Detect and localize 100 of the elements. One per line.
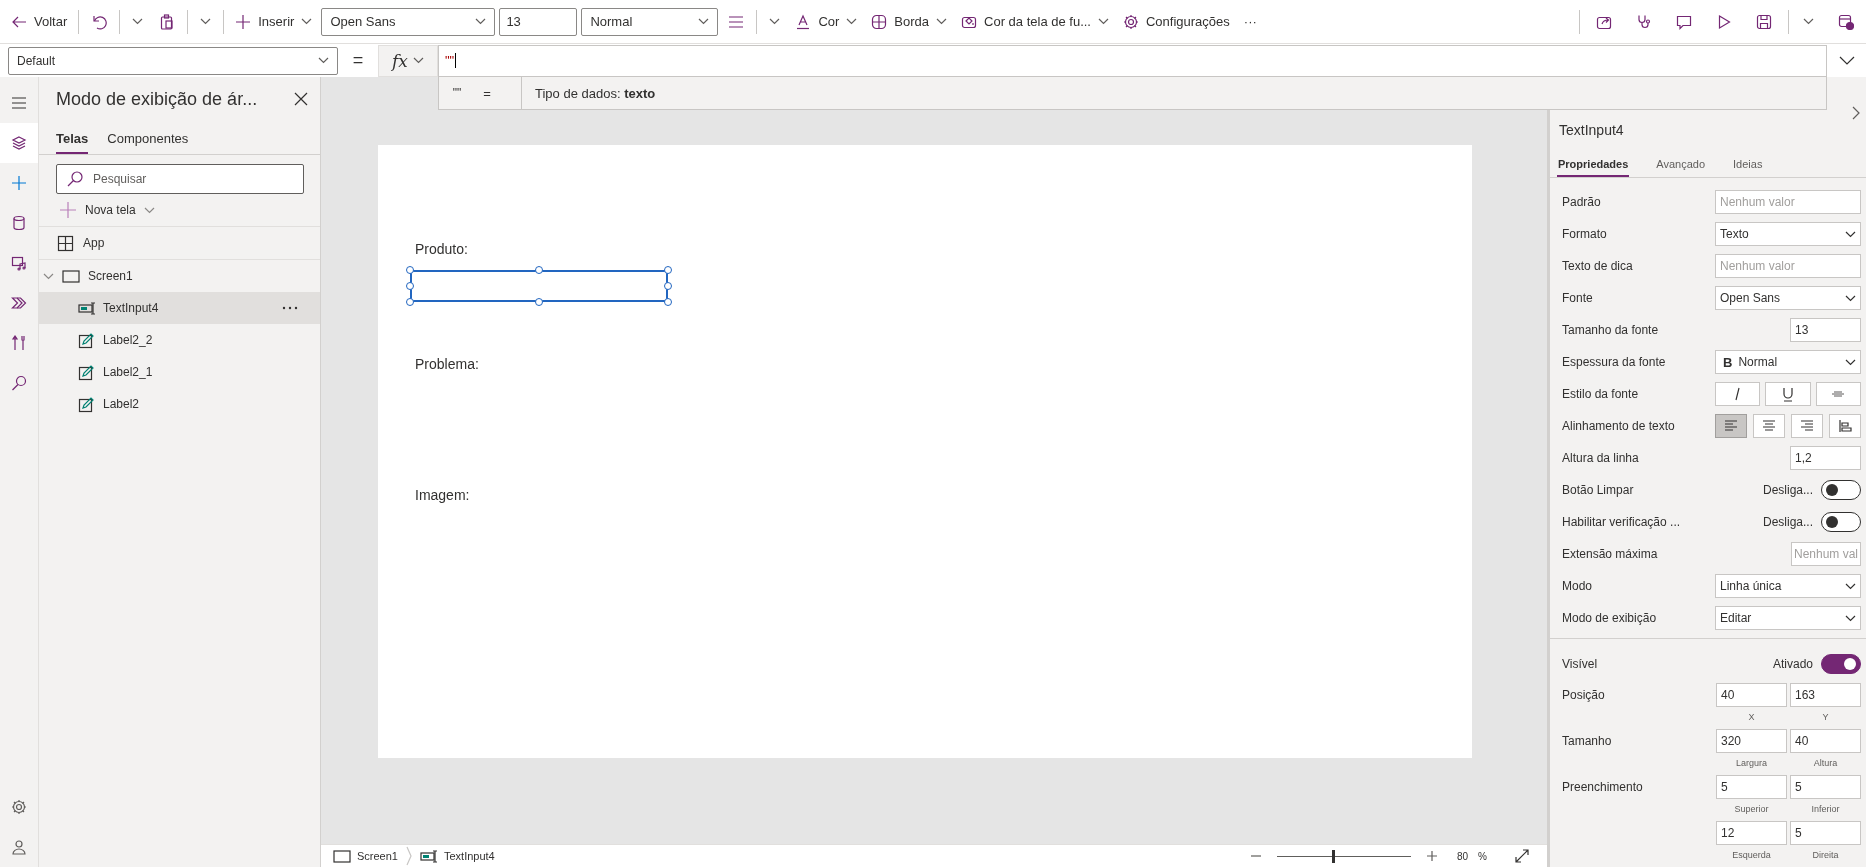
chevron-down-icon	[1845, 614, 1856, 622]
more-icon[interactable]	[282, 306, 298, 310]
tools-icon	[11, 335, 27, 351]
align-right-button[interactable]	[1791, 414, 1823, 438]
new-screen-button[interactable]: Nova tela	[39, 194, 155, 226]
menu-button[interactable]: Borda	[864, 5, 955, 38]
person-icon[interactable]	[11, 839, 27, 855]
media-icon	[11, 255, 27, 271]
search-field[interactable]: Pesquisar	[56, 164, 304, 194]
toggle-switch[interactable]	[1821, 480, 1861, 500]
app-grid-icon	[57, 234, 75, 252]
publish-icon	[1838, 13, 1854, 30]
number-field[interactable]: 320	[1716, 729, 1787, 753]
number-field[interactable]: 5	[1790, 821, 1861, 845]
dropdown[interactable]: Normal	[581, 7, 719, 36]
number-field[interactable]: 163	[1790, 683, 1861, 707]
text-field[interactable]: Nenhum valor	[1715, 254, 1861, 278]
close-icon[interactable]	[294, 92, 308, 106]
underline-button[interactable]	[1765, 382, 1811, 406]
text-field[interactable]: Nenhum valor	[1715, 190, 1861, 214]
breadcrumb[interactable]: Screen1	[331, 847, 400, 865]
align-left-icon	[1723, 418, 1739, 434]
number-field[interactable]: 12	[1716, 821, 1787, 845]
search-icon	[11, 375, 27, 391]
align-center-button[interactable]	[1753, 414, 1785, 438]
label-edit-icon	[78, 395, 96, 413]
form-label[interactable]: Imagem:	[410, 487, 475, 503]
more-button[interactable]: ···	[1236, 5, 1264, 38]
dropdown[interactable]: Open Sans	[321, 7, 496, 36]
screen-icon	[333, 847, 351, 865]
property-label: Tamanho	[1562, 733, 1612, 750]
resize-handle[interactable]	[535, 298, 543, 306]
number-field[interactable]: 5	[1716, 775, 1787, 799]
undo-icon	[91, 13, 108, 30]
form-label[interactable]: Produto:	[410, 241, 473, 257]
font-size-field[interactable]: 13	[499, 7, 578, 36]
tree-item[interactable]: Label2_1	[39, 356, 320, 388]
tab[interactable]: Avançado	[1655, 158, 1707, 177]
tree-item[interactable]: Label2_2	[39, 324, 320, 356]
layers-icon	[11, 135, 27, 151]
toolbar-button[interactable]: Configurações	[1116, 5, 1237, 38]
dropdown[interactable]: Texto	[1715, 222, 1861, 246]
number-field[interactable]: 1,2	[1790, 446, 1861, 470]
tree-item[interactable]: Label2	[39, 388, 320, 420]
property-label: Tamanho da fonte	[1562, 323, 1659, 337]
property-label: Formato	[1562, 227, 1607, 241]
align-justify-button[interactable]	[1829, 414, 1861, 438]
resize-handle[interactable]	[535, 266, 543, 274]
dropdown[interactable]: Linha única	[1715, 574, 1861, 598]
tree-item[interactable]: TextInput4	[39, 292, 320, 324]
zoom-value: 80	[1456, 850, 1469, 862]
property-label: Modo	[1562, 579, 1593, 593]
property-dropdown[interactable]: Default	[8, 46, 338, 75]
dropdown[interactable]: Editar	[1715, 606, 1861, 630]
zoom-in-icon[interactable]	[1426, 851, 1437, 861]
toggle-switch[interactable]	[1821, 512, 1861, 532]
property-label: Preenchimento	[1562, 779, 1643, 796]
toggle-switch[interactable]	[1821, 654, 1861, 674]
menu-icon[interactable]	[11, 97, 27, 109]
comment-icon	[1676, 13, 1692, 30]
plus-icon	[235, 13, 252, 30]
tab[interactable]: Telas	[56, 131, 89, 154]
text-input[interactable]	[410, 270, 668, 302]
function-button[interactable]: fx	[378, 44, 438, 77]
tab[interactable]: Componentes	[107, 131, 189, 154]
chevron-down-icon	[936, 18, 948, 25]
align-justify-icon	[1837, 418, 1853, 434]
number-field[interactable]: 40	[1716, 683, 1787, 707]
align-left-button[interactable]	[1715, 414, 1747, 438]
dropdown[interactable]: B Normal	[1715, 350, 1861, 374]
border-grid-icon	[871, 13, 888, 30]
property-label: Alinhamento de texto	[1562, 419, 1675, 433]
number-field[interactable]: 13	[1790, 318, 1861, 342]
settings-icon[interactable]	[11, 799, 27, 815]
tab[interactable]: Propriedades	[1557, 158, 1630, 177]
menu-button[interactable]: Cor	[788, 5, 865, 38]
tree-item[interactable]: App	[39, 226, 320, 259]
property-label: Extensão máxima	[1562, 547, 1658, 561]
formula-text[interactable]: ""	[445, 53, 457, 68]
property-label: Posição	[1562, 687, 1605, 704]
chevron-down-icon	[1845, 582, 1856, 590]
menu-button[interactable]: Cor da tela de fu...	[954, 5, 1116, 38]
number-field[interactable]: 40	[1790, 729, 1861, 753]
equals-sign: =	[351, 50, 365, 71]
result-value: ""	[451, 86, 463, 100]
breadcrumb[interactable]: TextInput4	[418, 847, 497, 865]
number-field[interactable]: 5	[1790, 775, 1861, 799]
number-field[interactable]: Nenhum val	[1791, 542, 1861, 566]
field-caption: Altura	[1813, 758, 1838, 768]
slider-thumb[interactable]	[1332, 849, 1336, 863]
dropdown[interactable]: Open Sans	[1715, 286, 1861, 310]
fit-screen-icon[interactable]	[1515, 849, 1529, 863]
toolbar-button[interactable]: Voltar	[4, 5, 75, 38]
form-label[interactable]: Problema:	[410, 356, 484, 372]
menu-button[interactable]: Inserir	[228, 5, 320, 38]
settings-icon	[1123, 13, 1139, 30]
chevron-right-icon[interactable]	[1852, 105, 1860, 120]
tab[interactable]: Ideias	[1732, 158, 1764, 177]
align-right-icon	[1799, 418, 1815, 434]
label-edit-icon	[78, 363, 96, 381]
